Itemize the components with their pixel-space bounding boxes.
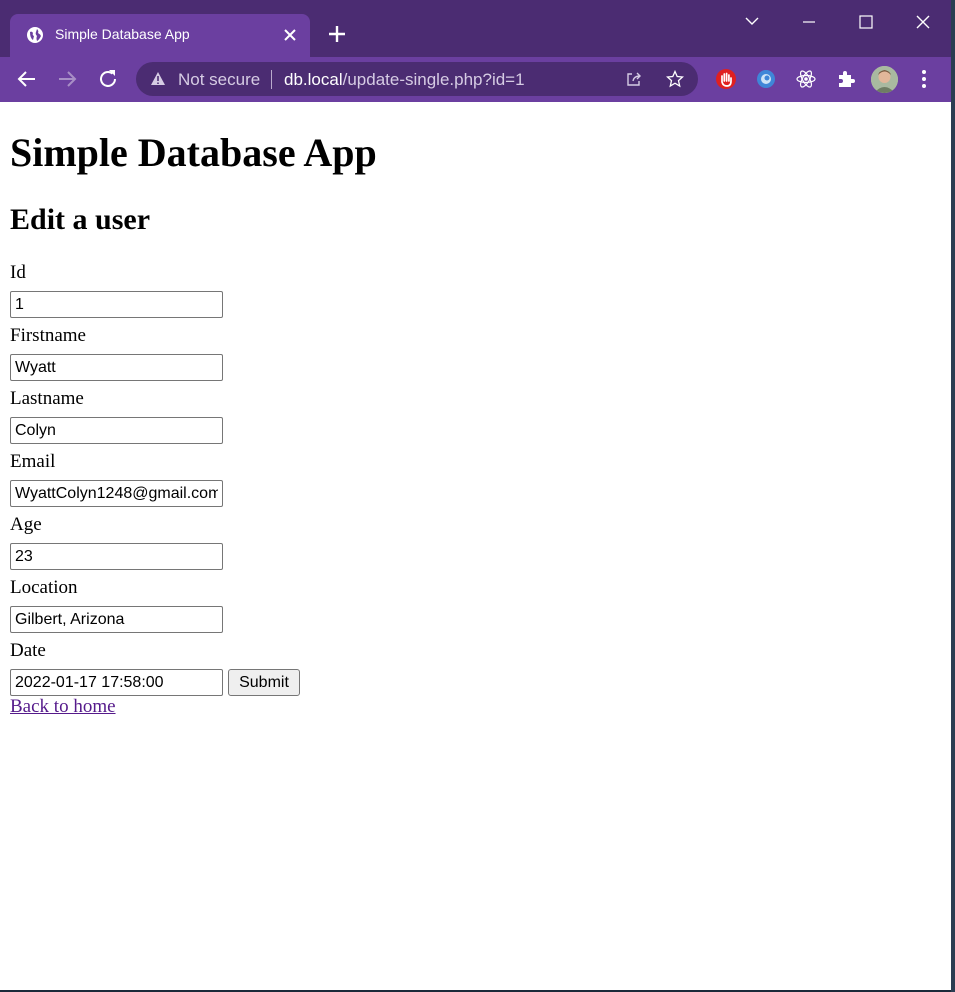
title-bar: Simple Database App <box>0 0 951 57</box>
close-icon[interactable] <box>903 8 943 36</box>
date-input[interactable] <box>10 669 223 696</box>
profile-avatar[interactable] <box>871 66 898 93</box>
url-text[interactable]: db.local/update-single.php?id=1 <box>284 70 525 90</box>
browser-tab[interactable]: Simple Database App <box>10 14 310 57</box>
id-input[interactable] <box>10 291 223 318</box>
email-label: Email <box>10 451 56 472</box>
plus-icon[interactable] <box>327 24 347 44</box>
url-host: db.local <box>284 70 343 89</box>
globe-icon <box>27 27 43 43</box>
forward-arrow-icon[interactable] <box>55 67 79 91</box>
security-label[interactable]: Not secure <box>178 70 260 90</box>
browser-window: Simple Database App Not secure db.local/… <box>0 0 951 990</box>
back-to-home-link[interactable]: Back to home <box>10 696 116 718</box>
page-title: Simple Database App <box>10 130 377 175</box>
kebab-menu-icon[interactable] <box>916 68 932 90</box>
id-label: Id <box>10 262 26 283</box>
star-icon[interactable] <box>666 70 684 88</box>
close-icon[interactable] <box>280 25 300 45</box>
share-icon[interactable] <box>625 70 643 88</box>
chevron-down-icon[interactable] <box>732 8 772 36</box>
firstname-input[interactable] <box>10 354 223 381</box>
age-input[interactable] <box>10 543 223 570</box>
separator <box>271 70 272 89</box>
email-input[interactable] <box>10 480 223 507</box>
stop-hand-extension-icon[interactable] <box>715 68 737 90</box>
browser-toolbar: Not secure db.local/update-single.php?id… <box>0 57 951 102</box>
react-extension-icon[interactable] <box>795 68 817 90</box>
page-subtitle: Edit a user <box>10 203 151 236</box>
puzzle-extensions-icon[interactable] <box>835 68 857 90</box>
location-input[interactable] <box>10 606 223 633</box>
firstname-label: Firstname <box>10 325 86 346</box>
minimize-icon[interactable] <box>789 8 829 36</box>
profile-photo <box>871 66 898 93</box>
desktop-edge <box>951 0 955 992</box>
swirl-extension-icon[interactable] <box>755 68 777 90</box>
lastname-input[interactable] <box>10 417 223 444</box>
age-label: Age <box>10 514 42 535</box>
maximize-icon[interactable] <box>846 8 886 36</box>
address-bar[interactable]: Not secure db.local/update-single.php?id… <box>136 62 698 96</box>
tab-title: Simple Database App <box>55 26 190 42</box>
page-content: Simple Database App Edit a user Id First… <box>0 102 951 990</box>
submit-button[interactable]: Submit <box>228 669 300 696</box>
url-path: /update-single.php?id=1 <box>342 70 525 89</box>
warning-icon[interactable] <box>150 71 166 87</box>
lastname-label: Lastname <box>10 388 84 409</box>
date-label: Date <box>10 640 46 661</box>
reload-icon[interactable] <box>96 67 120 91</box>
location-label: Location <box>10 577 78 598</box>
back-arrow-icon[interactable] <box>15 67 39 91</box>
